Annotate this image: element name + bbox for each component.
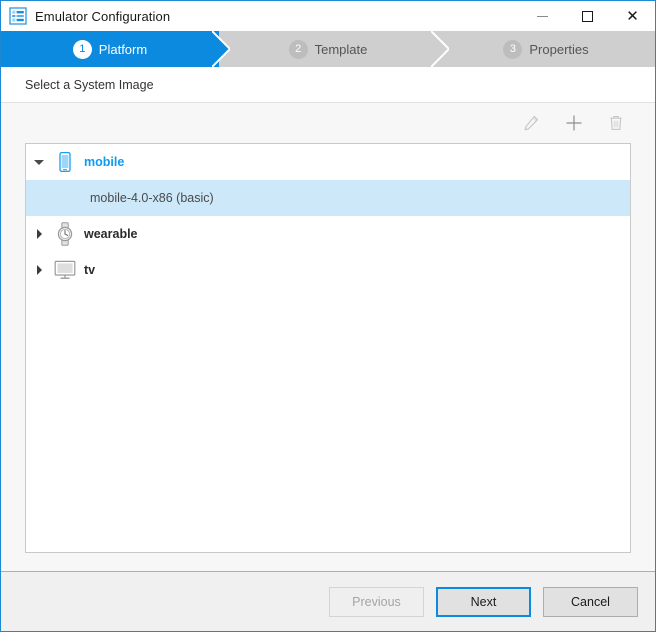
tree-child-mobile-4-0-x86[interactable]: mobile-4.0-x86 (basic): [26, 180, 630, 216]
minimize-button[interactable]: [520, 1, 565, 31]
chevron-down-icon: [34, 160, 44, 165]
window-controls: ✕: [520, 1, 655, 31]
add-button[interactable]: [561, 110, 587, 136]
emulator-configuration-window: Emulator Configuration ✕ 1 Platform 2 Te…: [0, 0, 656, 632]
trash-icon: [607, 114, 625, 132]
previous-button[interactable]: Previous: [329, 587, 424, 617]
page-title: Select a System Image: [25, 78, 154, 92]
emulator-config-icon: [9, 7, 27, 25]
expander-tv[interactable]: [26, 265, 52, 275]
tree-node-mobile[interactable]: mobile: [26, 144, 630, 180]
step-properties-number: 3: [503, 40, 522, 59]
edit-button[interactable]: [519, 110, 545, 136]
step-platform-number: 1: [73, 40, 92, 59]
minimize-icon: [537, 16, 548, 17]
step-template[interactable]: 2 Template: [219, 31, 437, 67]
subtitle-band: Select a System Image: [1, 67, 655, 103]
dialog-footer: Previous Next Cancel: [1, 571, 655, 631]
maximize-button[interactable]: [565, 1, 610, 31]
title-bar: Emulator Configuration ✕: [1, 1, 655, 31]
pencil-icon: [523, 114, 541, 132]
tree-node-mobile-label: mobile: [84, 155, 124, 169]
tree-toolbar: [1, 103, 655, 143]
plus-icon: [565, 114, 583, 132]
tree-node-tv-label: tv: [84, 263, 95, 277]
step-properties-label: Properties: [529, 42, 588, 57]
chevron-right-icon: [37, 229, 42, 239]
close-icon: ✕: [626, 9, 639, 24]
window-title: Emulator Configuration: [35, 9, 170, 24]
tree-child-label: mobile-4.0-x86 (basic): [90, 191, 214, 205]
expander-wearable[interactable]: [26, 229, 52, 239]
tree-node-tv[interactable]: tv: [26, 252, 630, 288]
tree-node-wearable[interactable]: wearable: [26, 216, 630, 252]
step-platform[interactable]: 1 Platform: [1, 31, 219, 67]
chevron-right-icon: [37, 265, 42, 275]
smartphone-icon: [52, 150, 78, 174]
close-button[interactable]: ✕: [610, 1, 655, 31]
next-button[interactable]: Next: [436, 587, 531, 617]
step-properties[interactable]: 3 Properties: [437, 31, 655, 67]
delete-button[interactable]: [603, 110, 629, 136]
watch-icon: [52, 222, 78, 246]
system-image-tree[interactable]: mobile mobile-4.0-x86 (basic): [25, 143, 631, 553]
main-content: mobile mobile-4.0-x86 (basic): [1, 103, 655, 571]
step-template-number: 2: [289, 40, 308, 59]
cancel-button[interactable]: Cancel: [543, 587, 638, 617]
step-template-label: Template: [315, 42, 368, 57]
maximize-icon: [582, 11, 593, 22]
expander-mobile[interactable]: [26, 160, 52, 165]
tree-node-wearable-label: wearable: [84, 227, 138, 241]
step-platform-label: Platform: [99, 42, 147, 57]
tv-icon: [52, 258, 78, 282]
wizard-stepper: 1 Platform 2 Template 3 Properties: [1, 31, 655, 67]
